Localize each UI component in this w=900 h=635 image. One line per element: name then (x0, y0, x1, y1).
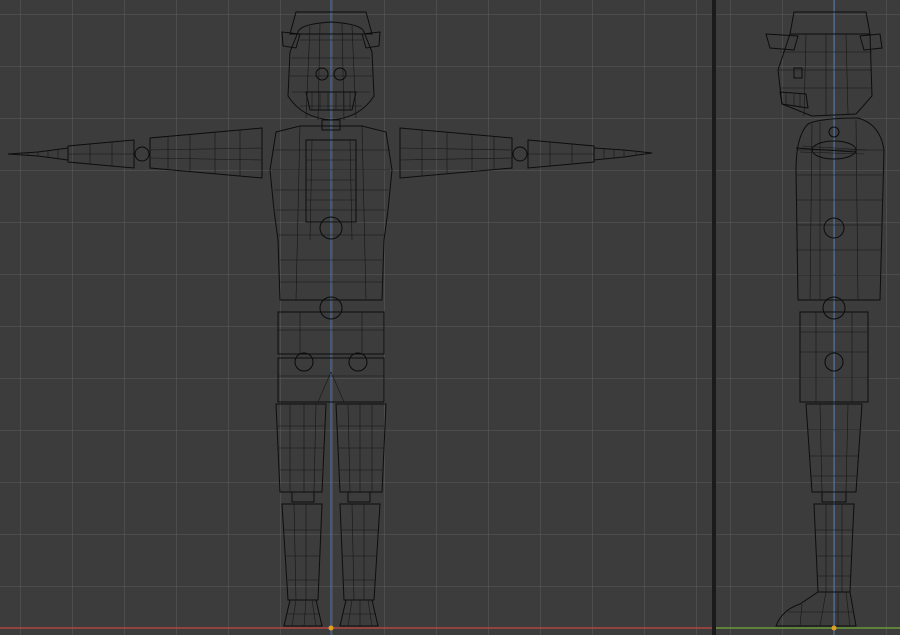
right-arm-wireframe (399, 127, 653, 179)
side-head-wireframe (765, 11, 883, 117)
side-mesh-wireframe (716, 0, 900, 635)
blender-3d-editor (0, 0, 900, 635)
origin-point[interactable] (831, 625, 837, 631)
side-foot-wireframe (775, 591, 857, 627)
side-viewport[interactable] (716, 0, 900, 635)
origin-point[interactable] (328, 625, 334, 631)
front-viewport[interactable] (0, 0, 712, 635)
left-arm-wireframe (7, 127, 263, 179)
front-mesh-wireframe (0, 0, 712, 635)
side-torso-wireframe (795, 117, 885, 320)
